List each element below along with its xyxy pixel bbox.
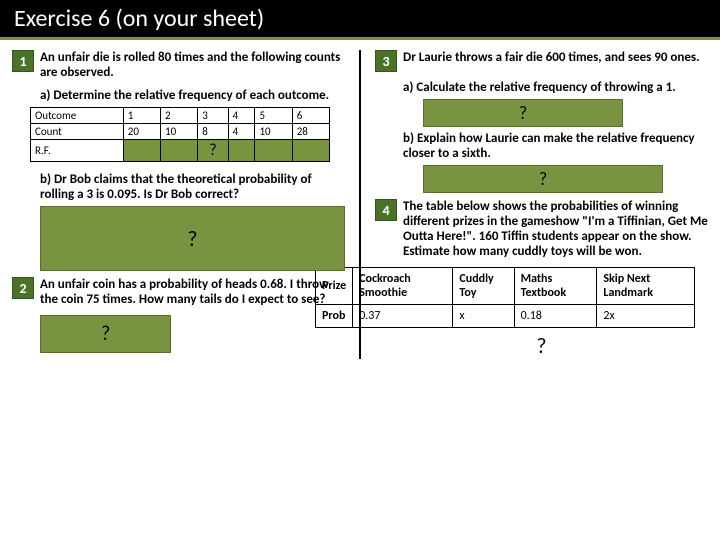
q1-rf6 (292, 140, 329, 162)
q4-badge: 4 (375, 199, 397, 221)
q4: 4 The table below shows the probabilitie… (375, 199, 708, 259)
q4-tp4: 2x (597, 305, 695, 328)
q2-answer-box[interactable]: ? (40, 315, 171, 353)
q1: 1 An unfair die is rolled 80 times and t… (12, 50, 345, 80)
q1-part-b: b) Dr Bob claims that the theoretical pr… (40, 172, 345, 202)
q1-rf4 (228, 140, 255, 162)
q3-a-answer-box[interactable]: ? (423, 99, 623, 127)
q3-text: Dr Laurie throws a fair die 600 times, a… (403, 50, 708, 72)
q1-tc1: 20 (123, 124, 160, 140)
right-column: 3 Dr Laurie throws a fair die 600 times,… (375, 50, 708, 359)
left-column: 1 An unfair die is rolled 80 times and t… (12, 50, 345, 359)
q1-tc2: 10 (161, 124, 198, 140)
q4-th2: Cuddly Toy (453, 268, 514, 305)
q3-badge: 3 (375, 50, 397, 72)
q1-th2: 2 (161, 108, 198, 124)
q2-badge: 2 (12, 277, 34, 299)
q4-tp1: 0.37 (353, 305, 453, 328)
q1-b-answer-box[interactable]: ? (40, 206, 345, 271)
q1-part-a: a) Determine the relative frequency of e… (40, 88, 345, 103)
q1-tc5: 10 (255, 124, 292, 140)
q1-th6: 6 (292, 108, 329, 124)
q1-th5: 5 (255, 108, 292, 124)
q1-table-qmark[interactable]: ? (198, 140, 228, 162)
q4-text: The table below shows the probabilities … (403, 199, 708, 259)
q4-tp-prob: Prob (316, 305, 353, 328)
q4-th-prize: Prize (316, 268, 353, 305)
q1-badge: 1 (12, 50, 34, 72)
q1-th-outcome: Outcome (31, 108, 124, 124)
q4-tp3: 0.18 (514, 305, 597, 328)
q1-tc6: 28 (292, 124, 329, 140)
q4-th1: Cockroach Smoothie (353, 268, 453, 305)
q1-table: Outcome 1 2 3 4 5 6 Count 20 10 8 4 10 2… (30, 107, 330, 162)
content-area: 1 An unfair die is rolled 80 times and t… (0, 40, 720, 365)
q1-th4: 4 (228, 108, 255, 124)
q4-table: Prize Cockroach Smoothie Cuddly Toy Math… (315, 267, 695, 328)
q1-rf2 (161, 140, 198, 162)
q1-tr-rf: R.F. (31, 140, 124, 162)
q3-part-b: b) Explain how Laurie can make the relat… (403, 131, 708, 161)
q1-th3: 3 (198, 108, 228, 124)
q1-th1: 1 (123, 108, 160, 124)
q1-rf1 (123, 140, 160, 162)
q4-th3: Maths Textbook (514, 268, 597, 305)
q2-text: An unfair coin has a probability of head… (40, 277, 345, 307)
q2: 2 An unfair coin has a probability of he… (12, 277, 345, 307)
q1-tc-count: Count (31, 124, 124, 140)
q3: 3 Dr Laurie throws a fair die 600 times,… (375, 50, 708, 72)
q1-text: An unfair die is rolled 80 times and the… (40, 50, 345, 80)
q3-part-a: a) Calculate the relative frequency of t… (403, 80, 708, 95)
q1-tc3: 8 (198, 124, 228, 140)
q1-tc4: 4 (228, 124, 255, 140)
q4-answer-qmark[interactable]: ? (375, 332, 708, 359)
q3-b-answer-box[interactable]: ? (423, 165, 663, 193)
q4-th4: Skip Next Landmark (597, 268, 695, 305)
q1-rf5 (255, 140, 292, 162)
page-title: Exercise 6 (on your sheet) (0, 0, 720, 37)
q4-tp2: x (453, 305, 514, 328)
